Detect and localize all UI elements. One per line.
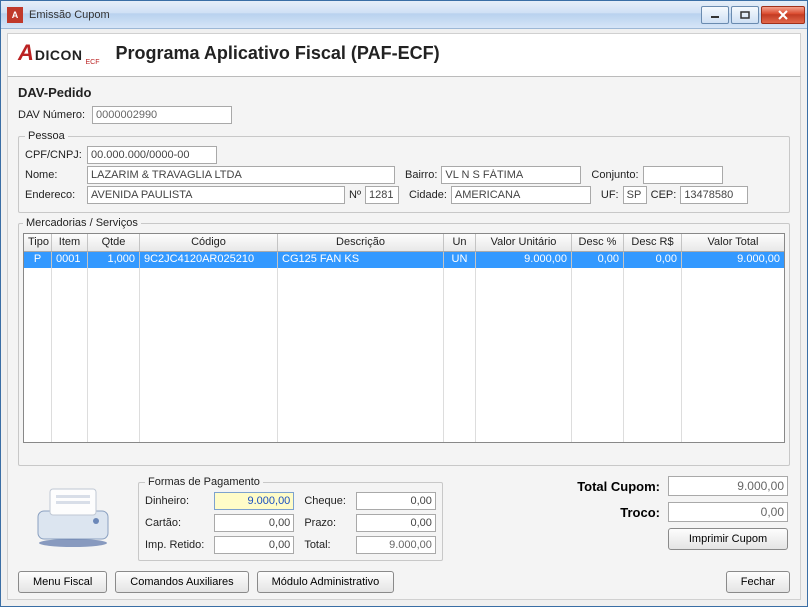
col-qtde[interactable]: Qtde	[88, 234, 140, 251]
col-item[interactable]: Item	[52, 234, 88, 251]
impretido-input[interactable]	[214, 536, 294, 554]
col-codigo[interactable]: Código	[140, 234, 278, 251]
cell-tipo: P	[24, 252, 52, 268]
totals-panel: Total Cupom: Troco: Imprimir Cupom	[577, 476, 788, 550]
cpf-input[interactable]	[87, 146, 217, 164]
conjunto-input[interactable]	[643, 166, 723, 184]
menu-fiscal-button[interactable]: Menu Fiscal	[18, 571, 107, 593]
printer-icon	[18, 476, 128, 556]
app-window: A Emissão Cupom ADICONECF Programa Aplic…	[0, 0, 808, 607]
pagamento-legend: Formas de Pagamento	[145, 476, 263, 488]
cidade-input[interactable]	[451, 186, 591, 204]
cell-qtde: 1,000	[88, 252, 140, 268]
app-icon: A	[7, 7, 23, 23]
logo: ADICONECF	[18, 40, 100, 66]
pessoa-fieldset: Pessoa CPF/CNPJ: Nome: Bairro: Conjunto:…	[18, 130, 790, 213]
cidade-label: Cidade:	[409, 189, 447, 201]
col-descr[interactable]: Desc R$	[624, 234, 682, 251]
table-row[interactable]: P 0001 1,000 9C2JC4120AR025210 CG125 FAN…	[24, 252, 784, 268]
prazo-label: Prazo:	[304, 517, 346, 529]
banner: ADICONECF Programa Aplicativo Fiscal (PA…	[7, 33, 801, 77]
total-pag-input	[356, 536, 436, 554]
conjunto-label: Conjunto:	[591, 169, 638, 181]
cheque-label: Cheque:	[304, 495, 346, 507]
col-descp[interactable]: Desc %	[572, 234, 624, 251]
troco-value	[668, 502, 788, 522]
nome-label: Nome:	[25, 169, 83, 181]
comandos-aux-button[interactable]: Comandos Auxiliares	[115, 571, 248, 593]
fechar-button[interactable]: Fechar	[726, 571, 790, 593]
grid-legend: Mercadorias / Serviços	[23, 217, 141, 229]
cartao-input[interactable]	[214, 514, 294, 532]
cell-descr: 0,00	[624, 252, 682, 268]
cell-codigo: 9C2JC4120AR025210	[140, 252, 278, 268]
cell-vtot: 9.000,00	[682, 252, 784, 268]
cell-un: UN	[444, 252, 476, 268]
cell-descricao: CG125 FAN KS	[278, 252, 444, 268]
items-grid[interactable]: Tipo Item Qtde Código Descrição Un Valor…	[23, 233, 785, 443]
dav-num-label: DAV Número:	[18, 109, 88, 121]
dinheiro-label: Dinheiro:	[145, 495, 204, 507]
minimize-button[interactable]	[701, 6, 729, 24]
pessoa-legend: Pessoa	[25, 130, 68, 142]
num-end-label: Nº	[349, 189, 361, 201]
col-un[interactable]: Un	[444, 234, 476, 251]
total-cupom-value	[668, 476, 788, 496]
grid-body[interactable]: P 0001 1,000 9C2JC4120AR025210 CG125 FAN…	[24, 252, 784, 442]
pagamento-fieldset: Formas de Pagamento Dinheiro: Cheque: Ca…	[138, 476, 443, 561]
cell-item: 0001	[52, 252, 88, 268]
dav-num-input[interactable]	[92, 106, 232, 124]
cheque-input[interactable]	[356, 492, 436, 510]
cep-label: CEP:	[651, 189, 677, 201]
col-descricao[interactable]: Descrição	[278, 234, 444, 251]
col-tipo[interactable]: Tipo	[24, 234, 52, 251]
troco-label: Troco:	[577, 505, 660, 520]
bairro-label: Bairro:	[405, 169, 437, 181]
cep-input[interactable]	[680, 186, 748, 204]
cpf-label: CPF/CNPJ:	[25, 149, 83, 161]
modulo-admin-button[interactable]: Módulo Administrativo	[257, 571, 395, 593]
total-cupom-label: Total Cupom:	[577, 479, 660, 494]
dav-section-title: DAV-Pedido	[18, 85, 790, 100]
titlebar[interactable]: A Emissão Cupom	[1, 1, 807, 29]
cell-vunit: 9.000,00	[476, 252, 572, 268]
num-end-input[interactable]	[365, 186, 399, 204]
cartao-label: Cartão:	[145, 517, 204, 529]
close-button[interactable]	[761, 6, 805, 24]
endereco-input[interactable]	[87, 186, 345, 204]
client-area: ADICONECF Programa Aplicativo Fiscal (PA…	[1, 29, 807, 606]
total-pag-label: Total:	[304, 539, 346, 551]
uf-label: UF:	[601, 189, 619, 201]
col-vtot[interactable]: Valor Total	[682, 234, 784, 251]
window-title: Emissão Cupom	[29, 9, 701, 21]
col-vunit[interactable]: Valor Unitário	[476, 234, 572, 251]
app-title: Programa Aplicativo Fiscal (PAF-ECF)	[116, 43, 440, 64]
footer: Menu Fiscal Comandos Auxiliares Módulo A…	[18, 571, 790, 593]
bairro-input[interactable]	[441, 166, 581, 184]
nome-input[interactable]	[87, 166, 395, 184]
grid-header: Tipo Item Qtde Código Descrição Un Valor…	[24, 234, 784, 252]
prazo-input[interactable]	[356, 514, 436, 532]
imprimir-cupom-button[interactable]: Imprimir Cupom	[668, 528, 788, 550]
cell-descp: 0,00	[572, 252, 624, 268]
uf-input[interactable]	[623, 186, 647, 204]
impretido-label: Imp. Retido:	[145, 539, 204, 551]
maximize-button[interactable]	[731, 6, 759, 24]
endereco-label: Endereco:	[25, 189, 83, 201]
dinheiro-input[interactable]	[214, 492, 294, 510]
grid-fieldset: Mercadorias / Serviços Tipo Item Qtde Có…	[18, 217, 790, 466]
content: DAV-Pedido DAV Número: Pessoa CPF/CNPJ: …	[7, 77, 801, 600]
